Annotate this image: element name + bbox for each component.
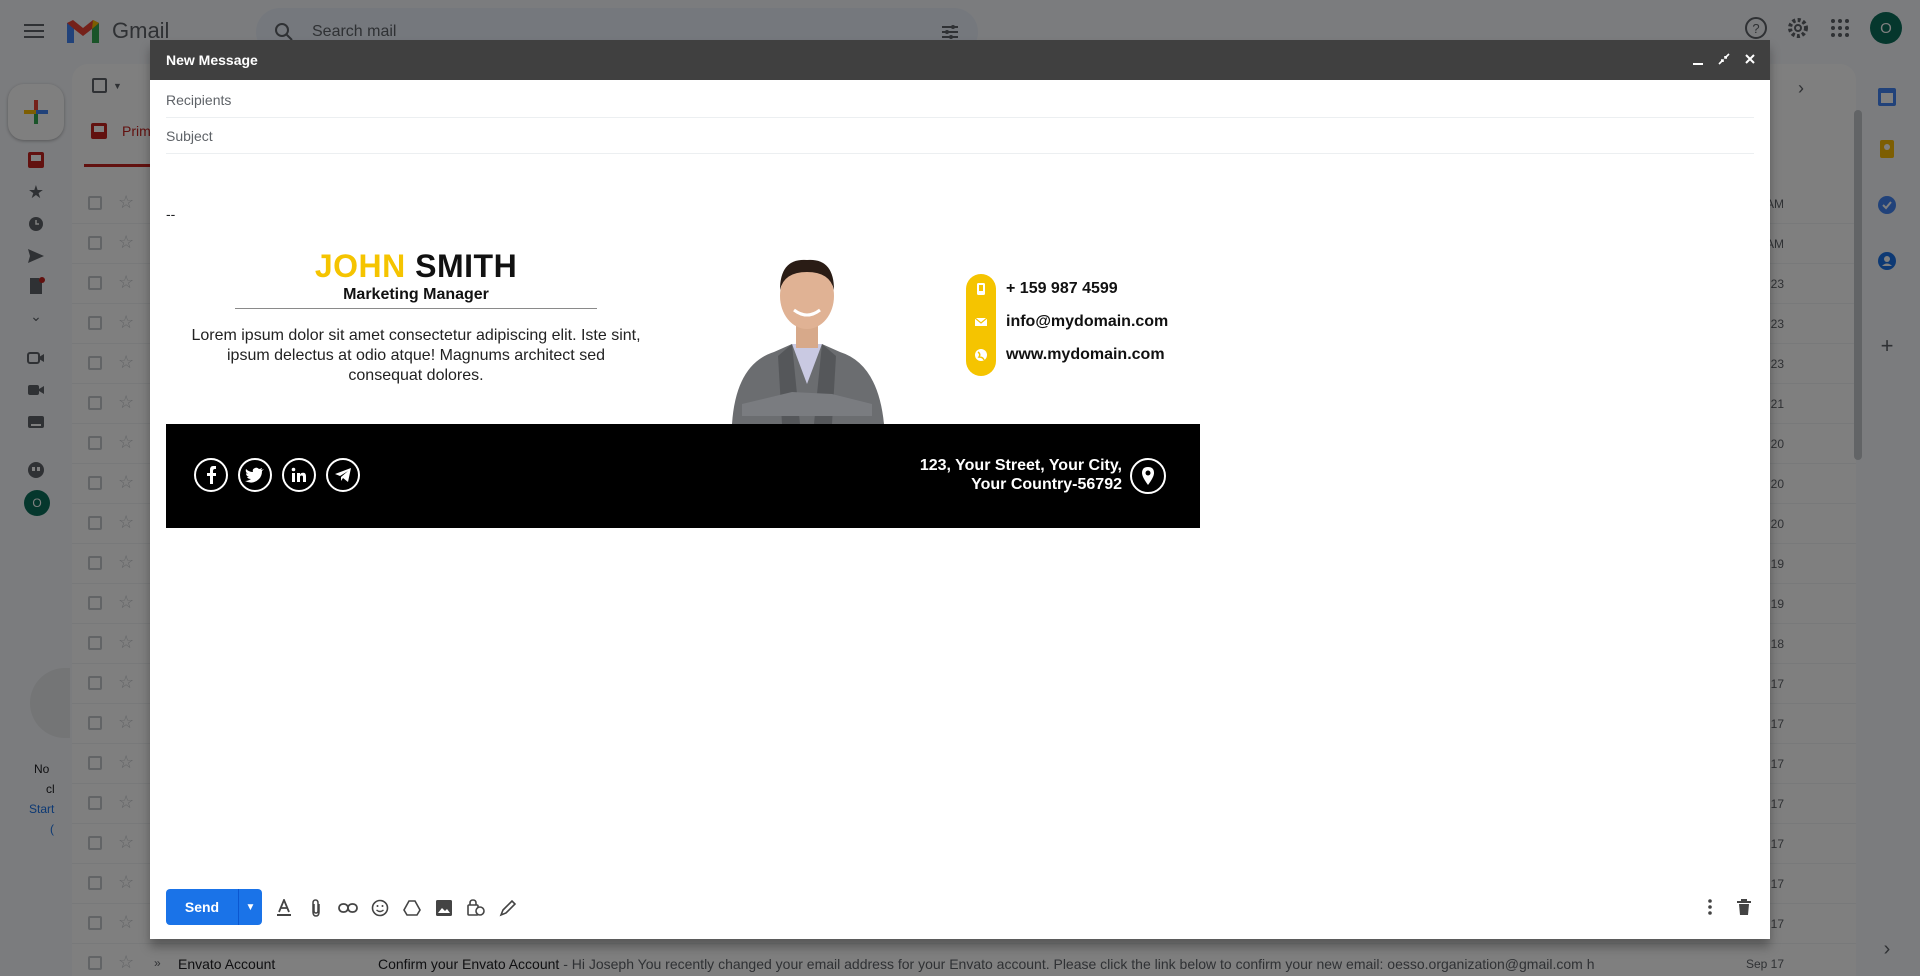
social-links — [194, 458, 360, 492]
globe-icon — [966, 340, 996, 370]
subject-placeholder: Subject — [166, 128, 213, 144]
facebook-icon[interactable] — [194, 458, 228, 492]
twitter-icon[interactable] — [238, 458, 272, 492]
email-icon — [966, 307, 996, 337]
more-options-icon[interactable] — [1700, 897, 1720, 917]
compose-title: New Message — [166, 52, 258, 68]
address-line-1: 123, Your Street, Your City, — [919, 457, 1122, 474]
location-pin-icon — [1130, 458, 1166, 494]
profile-photo — [732, 259, 884, 424]
insert-link-icon[interactable] — [338, 898, 358, 918]
attach-file-icon[interactable] — [306, 898, 326, 918]
google-drive-icon[interactable] — [402, 898, 422, 918]
signature-separator: -- — [166, 206, 176, 222]
signature-role: Marketing Manager — [343, 286, 489, 303]
compose-header[interactable]: New Message — [150, 40, 1770, 80]
confidential-mode-icon[interactable] — [466, 898, 486, 918]
send-button[interactable]: Send — [166, 889, 238, 925]
formatting-options-icon[interactable] — [274, 898, 294, 918]
signature-footer: 123, Your Street, Your City, Your Countr… — [166, 424, 1200, 528]
compose-window: New Message Recipients Subject -- JOHN S… — [150, 40, 1770, 939]
signature-address: 123, Your Street, Your City, Your Countr… — [920, 456, 1122, 494]
discard-draft-trash-icon[interactable] — [1734, 897, 1754, 917]
signature-divider — [235, 308, 597, 309]
contact-email-text: info@mydomain.com — [1006, 313, 1169, 330]
signature-name: JOHN SMITH — [166, 248, 666, 285]
insert-photo-icon[interactable] — [434, 898, 454, 918]
telegram-icon[interactable] — [326, 458, 360, 492]
recipients-placeholder: Recipients — [166, 92, 232, 108]
linkedin-icon[interactable] — [282, 458, 316, 492]
schedule-send-dropdown-icon[interactable]: ▼ — [238, 889, 262, 925]
contact-phone[interactable]: + 159 987 4599 — [966, 274, 1118, 304]
contact-email[interactable]: info@mydomain.com — [966, 307, 1168, 337]
email-signature: JOHN SMITH Marketing Manager Lorem ipsum… — [166, 236, 1200, 533]
contact-website-text: www.mydomain.com — [1006, 346, 1165, 363]
address-line-2: Your Country-56792 — [971, 476, 1122, 493]
minimize-icon[interactable] — [1690, 50, 1706, 68]
compose-format-toolbar — [274, 898, 518, 918]
subject-field[interactable]: Subject — [166, 118, 1754, 154]
insert-emoji-icon[interactable] — [370, 898, 390, 918]
fullscreen-icon[interactable] — [1716, 50, 1732, 68]
signature-last-name: SMITH — [415, 248, 518, 284]
recipients-field[interactable]: Recipients — [166, 82, 1754, 118]
insert-signature-icon[interactable] — [498, 898, 518, 918]
contact-website[interactable]: www.mydomain.com — [966, 340, 1165, 370]
phone-icon — [966, 274, 996, 304]
signature-first-name: JOHN — [314, 248, 406, 284]
close-icon[interactable] — [1742, 50, 1758, 68]
compose-footer: Send ▼ — [166, 889, 1754, 927]
contact-phone-text: + 159 987 4599 — [1006, 280, 1118, 297]
signature-bio: Lorem ipsum dolor sit amet consectetur a… — [191, 327, 641, 384]
